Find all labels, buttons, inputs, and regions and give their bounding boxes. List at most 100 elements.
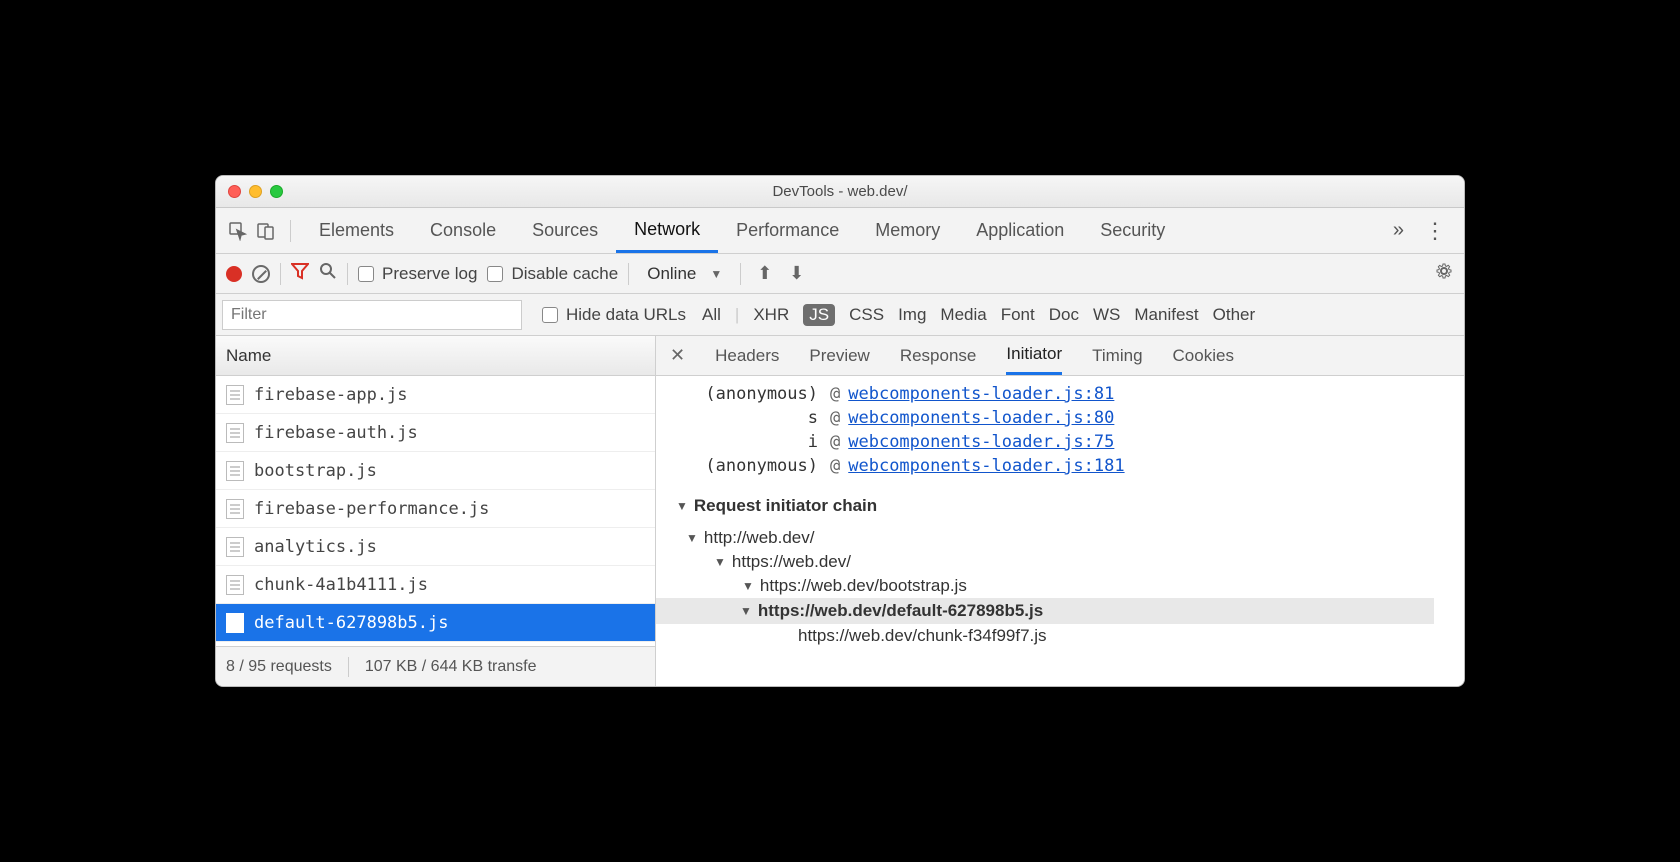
detail-tab-preview[interactable]: Preview [809,336,869,375]
stack-frame: s@webcomponents-loader.js:80 [656,406,1464,430]
chain-url: https://web.dev/bootstrap.js [760,576,967,596]
checkbox-icon [542,307,558,323]
request-list-header[interactable]: Name [216,336,655,376]
request-row[interactable]: firebase-performance.js [216,490,655,528]
tab-network[interactable]: Network [616,208,718,253]
devtools-window: DevTools - web.dev/ ElementsConsoleSourc… [215,175,1465,687]
detail-tab-cookies[interactable]: Cookies [1173,336,1234,375]
device-mode-icon[interactable] [252,217,280,245]
filter-input[interactable] [222,300,522,330]
stack-source-link[interactable]: webcomponents-loader.js:80 [848,408,1114,428]
filter-type-font[interactable]: Font [1001,305,1035,325]
stack-source-link[interactable]: webcomponents-loader.js:75 [848,432,1114,452]
collapse-triangle-icon: ▼ [714,555,726,569]
divider [280,263,281,285]
disable-cache-checkbox[interactable]: Disable cache [487,264,618,284]
more-tabs-button[interactable]: » [1383,219,1414,242]
filter-type-img[interactable]: Img [898,305,926,325]
filter-type-js[interactable]: JS [803,304,835,326]
file-icon [226,499,244,519]
filter-options: Hide data URLs All|XHRJSCSSImgMediaFontD… [522,304,1255,326]
chain-node[interactable]: ▼https://web.dev/ [686,550,1464,574]
divider [348,657,349,677]
status-requests: 8 / 95 requests [226,658,332,676]
stack-function: s [656,408,826,428]
hide-data-urls-checkbox[interactable]: Hide data URLs [542,305,686,325]
filter-type-doc[interactable]: Doc [1049,305,1079,325]
tab-memory[interactable]: Memory [857,208,958,253]
tab-sources[interactable]: Sources [514,208,616,253]
detail-tab-headers[interactable]: Headers [715,336,779,375]
initiator-chain-header[interactable]: ▼ Request initiator chain [656,488,1464,524]
close-window-button[interactable] [228,185,241,198]
window-title: DevTools - web.dev/ [216,183,1464,200]
chain-node[interactable]: ▼http://web.dev/ [686,526,1464,550]
request-row[interactable]: firebase-auth.js [216,414,655,452]
request-row[interactable]: firebase-app.js [216,376,655,414]
tab-console[interactable]: Console [412,208,514,253]
file-icon [226,537,244,557]
filter-type-media[interactable]: Media [940,305,986,325]
traffic-lights [228,185,283,198]
filter-type-css[interactable]: CSS [849,305,884,325]
at-symbol: @ [826,408,848,428]
collapse-triangle-icon: ▼ [676,499,688,513]
chain-node[interactable]: ▼https://web.dev/default-627898b5.js [656,598,1434,624]
divider [290,220,291,242]
detail-tab-timing[interactable]: Timing [1092,336,1142,375]
request-row[interactable]: default-627898b5.js [216,604,655,642]
chain-url: http://web.dev/ [704,528,815,548]
tab-security[interactable]: Security [1082,208,1183,253]
filter-type-all[interactable]: All [702,305,721,325]
close-details-button[interactable]: ✕ [670,345,685,366]
stack-function: i [656,432,826,452]
search-icon[interactable] [319,262,337,285]
checkbox-icon [487,266,503,282]
request-row[interactable]: bootstrap.js [216,452,655,490]
stack-source-link[interactable]: webcomponents-loader.js:181 [848,456,1124,476]
upload-har-icon[interactable]: ⬆ [751,263,778,283]
inspect-element-icon[interactable] [224,217,252,245]
throttling-select[interactable]: Online ▼ [639,264,730,284]
filter-toggle-icon[interactable] [291,262,309,285]
network-main: Name firebase-app.jsfirebase-auth.jsboot… [216,336,1464,686]
settings-gear-icon[interactable] [1434,261,1454,287]
filter-type-ws[interactable]: WS [1093,305,1120,325]
detail-tab-initiator[interactable]: Initiator [1006,336,1062,375]
minimize-window-button[interactable] [249,185,262,198]
tab-application[interactable]: Application [958,208,1082,253]
request-name: firebase-performance.js [254,499,489,519]
detail-body: (anonymous)@webcomponents-loader.js:81s@… [656,376,1464,686]
stack-frame: i@webcomponents-loader.js:75 [656,430,1464,454]
filter-bar: Hide data URLs All|XHRJSCSSImgMediaFontD… [216,294,1464,336]
clear-button[interactable] [252,265,270,283]
request-row[interactable]: analytics.js [216,528,655,566]
stack-frame: (anonymous)@webcomponents-loader.js:181 [656,454,1464,478]
call-stack: (anonymous)@webcomponents-loader.js:81s@… [656,376,1464,488]
request-name: analytics.js [254,537,377,557]
divider [347,263,348,285]
tab-performance[interactable]: Performance [718,208,857,253]
initiator-chain: ▼http://web.dev/▼https://web.dev/▼https:… [656,524,1464,656]
download-har-icon[interactable]: ⬇ [783,263,810,283]
tab-elements[interactable]: Elements [301,208,412,253]
filter-type-manifest[interactable]: Manifest [1134,305,1198,325]
request-list-panel: Name firebase-app.jsfirebase-auth.jsboot… [216,336,656,686]
detail-tabs: ✕ Headers Preview Response Initiator Timing C… [656,336,1464,376]
chain-node[interactable]: https://web.dev/chunk-f34f99f7.js [686,624,1464,648]
file-icon [226,461,244,481]
record-button[interactable] [226,266,242,282]
filter-type-other[interactable]: Other [1213,305,1256,325]
checkbox-icon [358,266,374,282]
filter-type-xhr[interactable]: XHR [753,305,789,325]
request-details-panel: ✕ Headers Preview Response Initiator Timing C… [656,336,1464,686]
maximize-window-button[interactable] [270,185,283,198]
detail-tab-response[interactable]: Response [900,336,977,375]
stack-function: (anonymous) [656,384,826,404]
menu-kebab-icon[interactable]: ⋮ [1414,218,1456,244]
chain-node[interactable]: ▼https://web.dev/bootstrap.js [686,574,1464,598]
preserve-log-checkbox[interactable]: Preserve log [358,264,477,284]
stack-source-link[interactable]: webcomponents-loader.js:81 [848,384,1114,404]
request-row[interactable]: chunk-4a1b4111.js [216,566,655,604]
file-icon [226,385,244,405]
